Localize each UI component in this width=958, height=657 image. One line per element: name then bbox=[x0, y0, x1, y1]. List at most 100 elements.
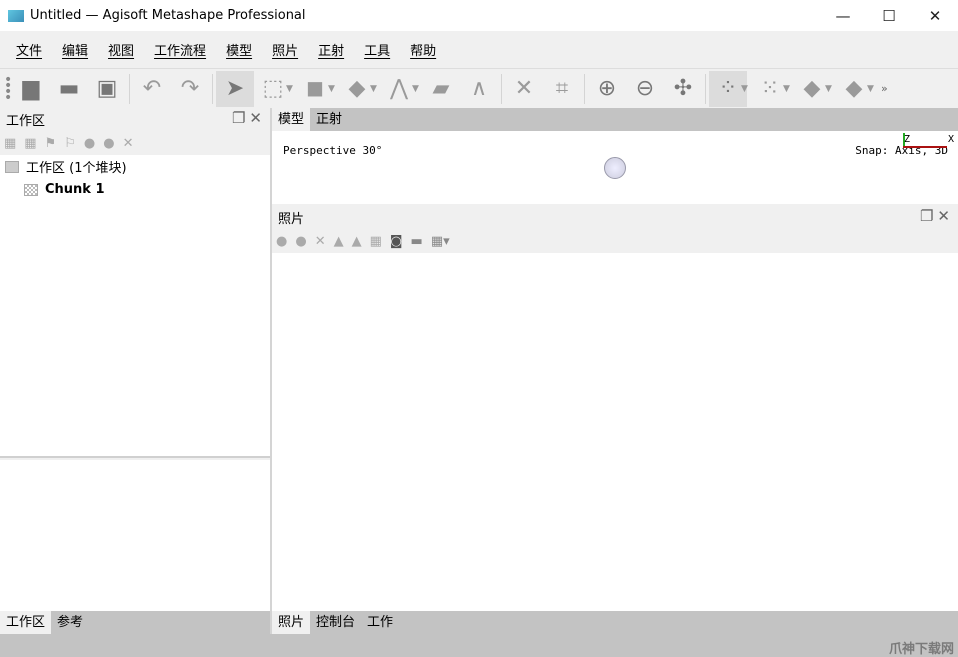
enable-icon[interactable]: ● bbox=[84, 136, 95, 151]
crop-icon[interactable]: ⌗ bbox=[543, 71, 581, 107]
separator bbox=[501, 73, 502, 104]
new-file-icon[interactable]: ▆ bbox=[12, 71, 50, 107]
tab-photos[interactable]: 照片 bbox=[272, 611, 311, 634]
menu-view[interactable]: 视图 bbox=[98, 40, 144, 59]
workspace-tree: 工作区 (1个堆块) Chunk 1 bbox=[0, 155, 270, 458]
workspace-panel: 工作区 ❐✕ ▦ ▦ ⚑ ⚐ ● ● ✕ 工作区 (1个堆块) Chunk 1 … bbox=[0, 108, 270, 634]
workspace-icon bbox=[5, 160, 19, 173]
app-logo-icon bbox=[8, 9, 24, 22]
add-chunk-icon[interactable]: ▦ bbox=[4, 136, 16, 151]
add-marker-icon[interactable]: ⚑ bbox=[45, 136, 57, 151]
title-bar: Untitled — Agisoft Metashape Professiona… bbox=[0, 0, 958, 31]
chevron-down-icon[interactable]: ▼ bbox=[741, 84, 751, 94]
tab-workspace[interactable]: 工作区 bbox=[0, 611, 52, 634]
save-icon[interactable]: ▣ bbox=[88, 71, 126, 107]
axis-x-line bbox=[903, 146, 947, 148]
grid-view-icon[interactable]: ▦▾ bbox=[431, 234, 450, 249]
main-toolbar: • • • • ▆ ▬ ▣ ↶ ↷ ➤ ⬚ ▼ ◼ ▼ ◆ ▼ ⋀ ▼ ▰ ∧ ✕ ⌗ ⊕ ⊖… bbox=[0, 68, 958, 108]
chevron-down-icon[interactable]: ▼ bbox=[867, 84, 877, 94]
separator bbox=[129, 73, 130, 104]
perspective-label: Perspective 30° bbox=[283, 144, 383, 157]
axis-z-label: Z bbox=[904, 134, 911, 145]
chevron-down-icon[interactable]: ▼ bbox=[328, 84, 338, 94]
workspace-toolbar: ▦ ▦ ⚑ ⚐ ● ● ✕ bbox=[0, 131, 270, 155]
left-tabbar: 工作区 参考 bbox=[0, 611, 270, 634]
float-panel-icon[interactable]: ❐ bbox=[920, 207, 937, 225]
tab-console[interactable]: 控制台 bbox=[310, 611, 361, 634]
menu-edit[interactable]: 编辑 bbox=[52, 40, 98, 59]
close-button[interactable]: ✕ bbox=[912, 0, 958, 31]
chevron-down-icon[interactable]: ▼ bbox=[783, 84, 793, 94]
menu-workflow[interactable]: 工作流程 bbox=[144, 40, 216, 59]
ruler-icon[interactable]: ▰ bbox=[422, 71, 460, 107]
mask-icon[interactable]: ◙ bbox=[390, 234, 403, 249]
reset-view-icon[interactable]: ✣ bbox=[664, 71, 702, 107]
right-area: 模型 正射 Perspective 30° Snap: Axis, 3D Z X… bbox=[272, 108, 958, 634]
add-photos-icon[interactable]: ▦ bbox=[24, 136, 36, 151]
workspace-panel-header: 工作区 ❐✕ bbox=[0, 108, 270, 131]
undo-icon[interactable]: ↶ bbox=[133, 71, 171, 107]
menu-tools[interactable]: 工具 bbox=[354, 40, 400, 59]
mask-subtract-icon[interactable]: ▲ bbox=[352, 234, 362, 249]
zoom-in-icon[interactable]: ⊕ bbox=[588, 71, 626, 107]
trackball-icon bbox=[604, 157, 626, 179]
select-arrow-icon[interactable]: ➤ bbox=[216, 70, 254, 107]
model-view[interactable]: Perspective 30° Snap: Axis, 3D Z X bbox=[272, 131, 958, 204]
tab-reference[interactable]: 参考 bbox=[51, 611, 89, 634]
toolbar-grip-handle[interactable]: • • • • bbox=[4, 73, 12, 105]
tree-root[interactable]: 工作区 (1个堆块) bbox=[0, 155, 270, 178]
photos-list[interactable] bbox=[272, 253, 958, 611]
close-panel-icon[interactable]: ✕ bbox=[937, 207, 954, 225]
disable-icon[interactable]: ● bbox=[295, 234, 306, 249]
minimize-button[interactable]: — bbox=[820, 0, 866, 31]
remove-icon[interactable]: ✕ bbox=[315, 234, 326, 249]
menu-model[interactable]: 模型 bbox=[216, 40, 262, 59]
close-panel-icon[interactable]: ✕ bbox=[249, 109, 266, 127]
tab-ortho[interactable]: 正射 bbox=[310, 108, 348, 131]
bottom-tabbar: 照片 控制台 工作 bbox=[272, 611, 958, 634]
image-icon[interactable]: ▬ bbox=[411, 234, 423, 249]
toolbar-overflow-icon[interactable]: » bbox=[881, 82, 888, 95]
float-panel-icon[interactable]: ❐ bbox=[232, 109, 249, 127]
workspace-details-area bbox=[0, 460, 270, 611]
photos-toolbar: ● ● ✕ ▲ ▲ ▦ ◙ ▬ ▦▾ bbox=[272, 229, 958, 253]
mask-add-icon[interactable]: ▲ bbox=[334, 234, 344, 249]
maximize-button[interactable]: ☐ bbox=[866, 0, 912, 31]
menu-photo[interactable]: 照片 bbox=[262, 40, 308, 59]
chunk-label: Chunk 1 bbox=[45, 182, 105, 197]
tree-chunk[interactable]: Chunk 1 bbox=[0, 178, 270, 201]
tab-jobs[interactable]: 工作 bbox=[361, 611, 399, 634]
separator bbox=[705, 73, 706, 104]
tab-model[interactable]: 模型 bbox=[272, 108, 311, 131]
watermark: 爪神下载网 bbox=[888, 642, 954, 657]
workspace-panel-title: 工作区 bbox=[6, 114, 46, 129]
photos-panel-header: 照片 ❐✕ bbox=[272, 206, 958, 229]
add-scalebar-icon[interactable]: ⚐ bbox=[64, 136, 76, 151]
tree-root-label: 工作区 (1个堆块) bbox=[26, 161, 127, 176]
menu-ortho[interactable]: 正射 bbox=[308, 40, 354, 59]
chevron-down-icon[interactable]: ▼ bbox=[412, 84, 422, 94]
redo-icon[interactable]: ↷ bbox=[171, 71, 209, 107]
disable-icon[interactable]: ● bbox=[103, 136, 114, 151]
open-folder-icon[interactable]: ▬ bbox=[50, 71, 88, 107]
menu-bar: 文件 编辑 视图 工作流程 模型 照片 正射 工具 帮助 bbox=[0, 31, 958, 68]
window-title: Untitled — Agisoft Metashape Professiona… bbox=[30, 8, 306, 23]
menu-help[interactable]: 帮助 bbox=[400, 40, 446, 59]
photos-panel: 照片 ❐✕ ● ● ✕ ▲ ▲ ▦ ◙ ▬ ▦▾ bbox=[272, 206, 958, 611]
zoom-out-icon[interactable]: ⊖ bbox=[626, 71, 664, 107]
delete-icon[interactable]: ✕ bbox=[505, 71, 543, 107]
filter-icon[interactable]: ▦ bbox=[370, 234, 382, 249]
chunk-icon bbox=[24, 183, 38, 196]
separator bbox=[584, 73, 585, 104]
axis-x-label: X bbox=[948, 134, 955, 145]
photos-panel-title: 照片 bbox=[278, 212, 305, 227]
separator bbox=[212, 73, 213, 104]
enable-icon[interactable]: ● bbox=[276, 234, 287, 249]
view-tabbar: 模型 正射 bbox=[272, 108, 958, 131]
remove-icon[interactable]: ✕ bbox=[123, 136, 134, 151]
polyline-icon[interactable]: ∧ bbox=[460, 71, 498, 107]
chevron-down-icon[interactable]: ▼ bbox=[370, 84, 380, 94]
menu-file[interactable]: 文件 bbox=[6, 40, 52, 59]
chevron-down-icon[interactable]: ▼ bbox=[286, 84, 296, 94]
chevron-down-icon[interactable]: ▼ bbox=[825, 84, 835, 94]
